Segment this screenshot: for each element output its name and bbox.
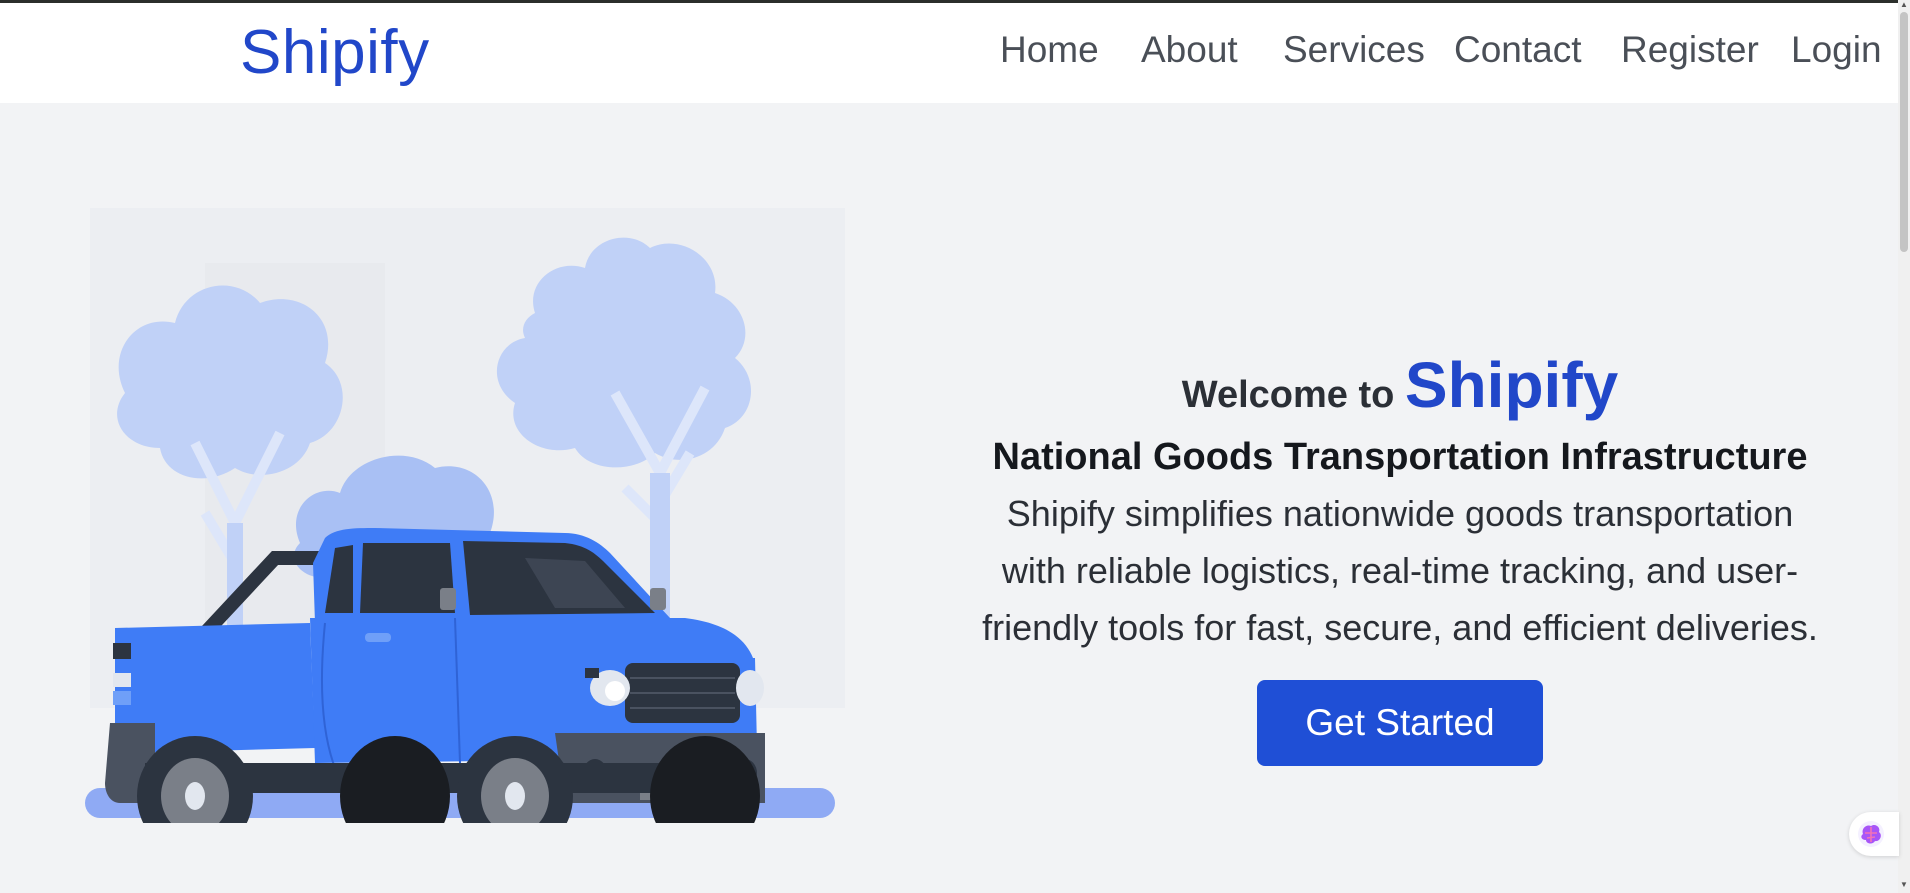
welcome-brand: Shipify: [1404, 349, 1619, 421]
nav-link-register[interactable]: Register: [1621, 29, 1759, 71]
extension-widget[interactable]: [1849, 812, 1899, 856]
welcome-prefix: Welcome to: [1181, 374, 1395, 416]
nav-link-about[interactable]: About: [1141, 29, 1238, 71]
navbar: Shipify Home About Services Contact Regi…: [0, 3, 1898, 103]
scroll-up-arrow-icon[interactable]: ▲: [1899, 0, 1909, 10]
scrollbar-thumb[interactable]: [1900, 12, 1908, 252]
truck-scene-svg: [85, 208, 845, 856]
scroll-down-arrow-icon[interactable]: ▼: [1899, 880, 1909, 890]
welcome-heading: Welcome to Shipify: [960, 348, 1840, 422]
nav-link-home[interactable]: Home: [1000, 29, 1099, 71]
nav-link-login[interactable]: Login: [1791, 29, 1882, 71]
hero-description: Shipify simplifies nationwide goods tran…: [982, 493, 1818, 648]
brain-extension-icon[interactable]: [1849, 812, 1899, 856]
hero-text: Welcome to Shipify National Goods Transp…: [960, 348, 1840, 766]
pickup-truck-illustration: [85, 203, 855, 856]
nav-link-services[interactable]: Services: [1283, 29, 1425, 71]
hero-section: Welcome to Shipify National Goods Transp…: [0, 103, 1898, 893]
hero-subtitle: National Goods Transportation Infrastruc…: [992, 436, 1808, 478]
nav-link-contact[interactable]: Contact: [1454, 29, 1582, 71]
get-started-button[interactable]: Get Started: [1257, 680, 1543, 766]
brand-logo[interactable]: Shipify: [240, 17, 430, 88]
